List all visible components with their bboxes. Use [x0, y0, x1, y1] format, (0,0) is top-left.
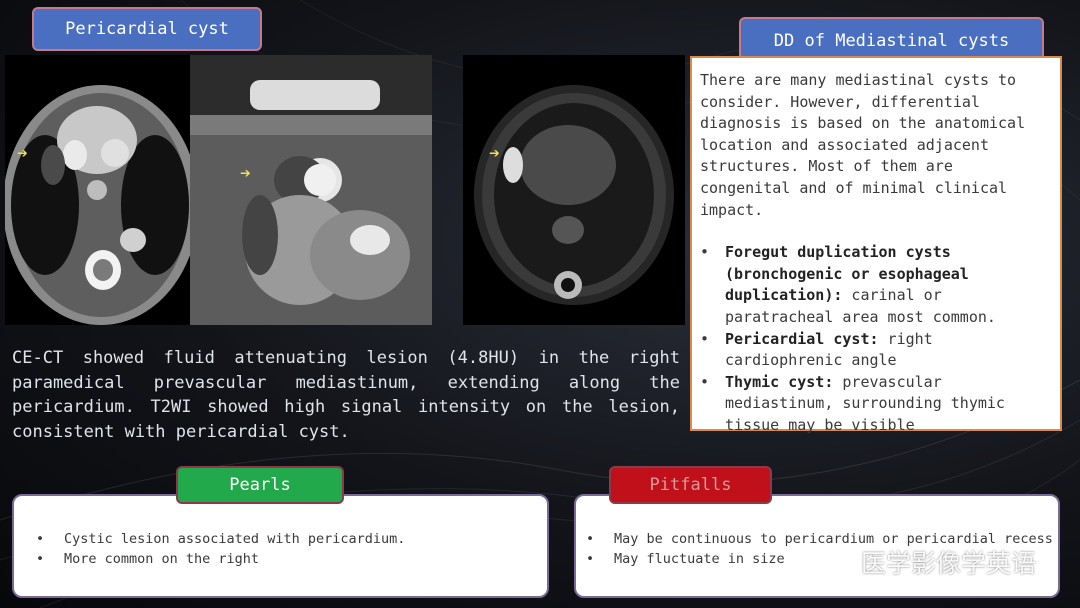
bullet-icon: •: [36, 531, 45, 547]
pearls-list: • Cystic lesion associated with pericardi…: [36, 529, 547, 569]
dd-item: • Pericardial cyst: right cardiophrenic …: [700, 329, 1052, 372]
bullet-icon: •: [700, 329, 710, 348]
pitfalls-title: Pitfalls: [609, 466, 772, 504]
wechat-icon: [816, 549, 854, 576]
bullet-icon: •: [700, 243, 710, 262]
pearls-panel: • Cystic lesion associated with pericardi…: [12, 494, 549, 598]
arrow-icon: ➔: [489, 143, 500, 164]
arrow-icon: ➔: [240, 163, 251, 184]
watermark: 医学影像学英语: [815, 544, 1036, 580]
bullet-icon: •: [586, 531, 595, 547]
list-item: • More common on the right: [36, 549, 547, 569]
watermark-text: 医学影像学英语: [861, 549, 1037, 578]
ct-axial-image: ➔: [5, 55, 190, 325]
case-description: CE-CT showed fluid attenuating lesion (4…: [12, 348, 680, 442]
pearl-text: More common on the right: [64, 551, 260, 567]
bullet-icon: •: [586, 551, 595, 567]
case-title: Pericardial cyst: [32, 7, 262, 51]
dd-list: • Foregut duplication cysts (bronchogeni…: [700, 242, 1052, 436]
bullet-icon: •: [700, 372, 710, 391]
ct-scan-icon: [190, 55, 432, 325]
pearl-text: Cystic lesion associated with pericardiu…: [64, 531, 406, 547]
mri-scan-icon: [463, 55, 685, 325]
pearls-title: Pearls: [176, 466, 344, 504]
bullet-icon: •: [36, 551, 45, 567]
dd-item: • Thymic cyst: prevascular mediastinum, …: [700, 372, 1052, 437]
dd-item: • Foregut duplication cysts (bronchogeni…: [700, 242, 1052, 328]
list-item: • Cystic lesion associated with pericardi…: [36, 529, 547, 549]
pitfall-text: May fluctuate in size: [614, 551, 785, 567]
dd-panel: There are many mediastinal cysts to cons…: [690, 56, 1062, 434]
ct-scan-icon: [5, 55, 190, 325]
ct-coronal-image: ➔: [190, 55, 432, 325]
dd-item-term: Pericardial cyst:: [725, 329, 879, 348]
dd-item-term: Thymic cyst:: [725, 372, 834, 391]
dd-intro: There are many mediastinal cysts to cons…: [700, 71, 1026, 219]
arrow-icon: ➔: [17, 143, 28, 164]
t2-axial-image: ➔: [463, 55, 685, 325]
